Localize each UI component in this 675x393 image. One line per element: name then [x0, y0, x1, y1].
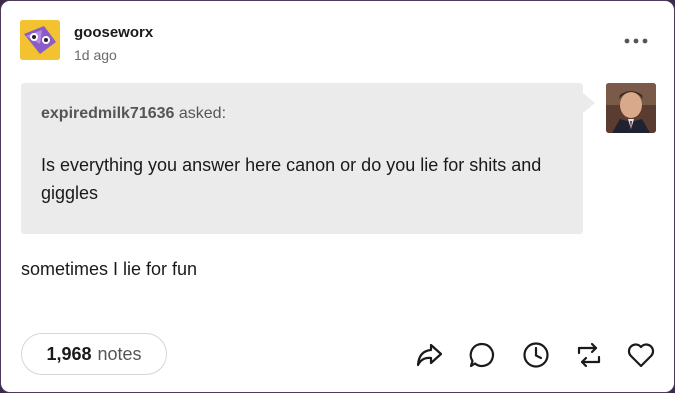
- reblog-button[interactable]: [573, 339, 605, 371]
- blog-avatar[interactable]: [20, 20, 60, 60]
- notes-button[interactable]: 1,968 notes: [21, 333, 167, 375]
- ask-box: expiredmilk71636 asked: Is everything yo…: [21, 83, 583, 234]
- notes-label: notes: [97, 343, 142, 364]
- clock-icon: [523, 342, 549, 368]
- heart-icon: [627, 343, 655, 368]
- post-timestamp[interactable]: 1d ago: [74, 47, 117, 63]
- post-answer: sometimes I lie for fun: [21, 259, 198, 279]
- share-button[interactable]: [413, 339, 445, 371]
- reply-button[interactable]: [466, 339, 498, 371]
- reply-icon: [469, 342, 495, 368]
- more-icon: [624, 38, 648, 44]
- asker-name-link[interactable]: expiredmilk71636: [41, 105, 174, 122]
- reblog-icon: [577, 342, 601, 368]
- more-options-button[interactable]: [619, 31, 653, 51]
- blog-name-link[interactable]: gooseworx: [74, 24, 153, 41]
- queue-button[interactable]: [520, 339, 552, 371]
- share-icon: [416, 343, 443, 367]
- post-card: gooseworx 1d ago expiredmilk71636 asked:…: [0, 0, 675, 393]
- asker-line: expiredmilk71636 asked:: [41, 105, 226, 123]
- notes-count: 1,968: [46, 343, 92, 364]
- asker-avatar[interactable]: [606, 83, 656, 133]
- ask-bubble-tail: [583, 93, 595, 113]
- like-button[interactable]: [625, 339, 657, 371]
- asked-label: asked:: [178, 105, 227, 122]
- ask-question: Is everything you answer here canon or d…: [41, 155, 542, 203]
